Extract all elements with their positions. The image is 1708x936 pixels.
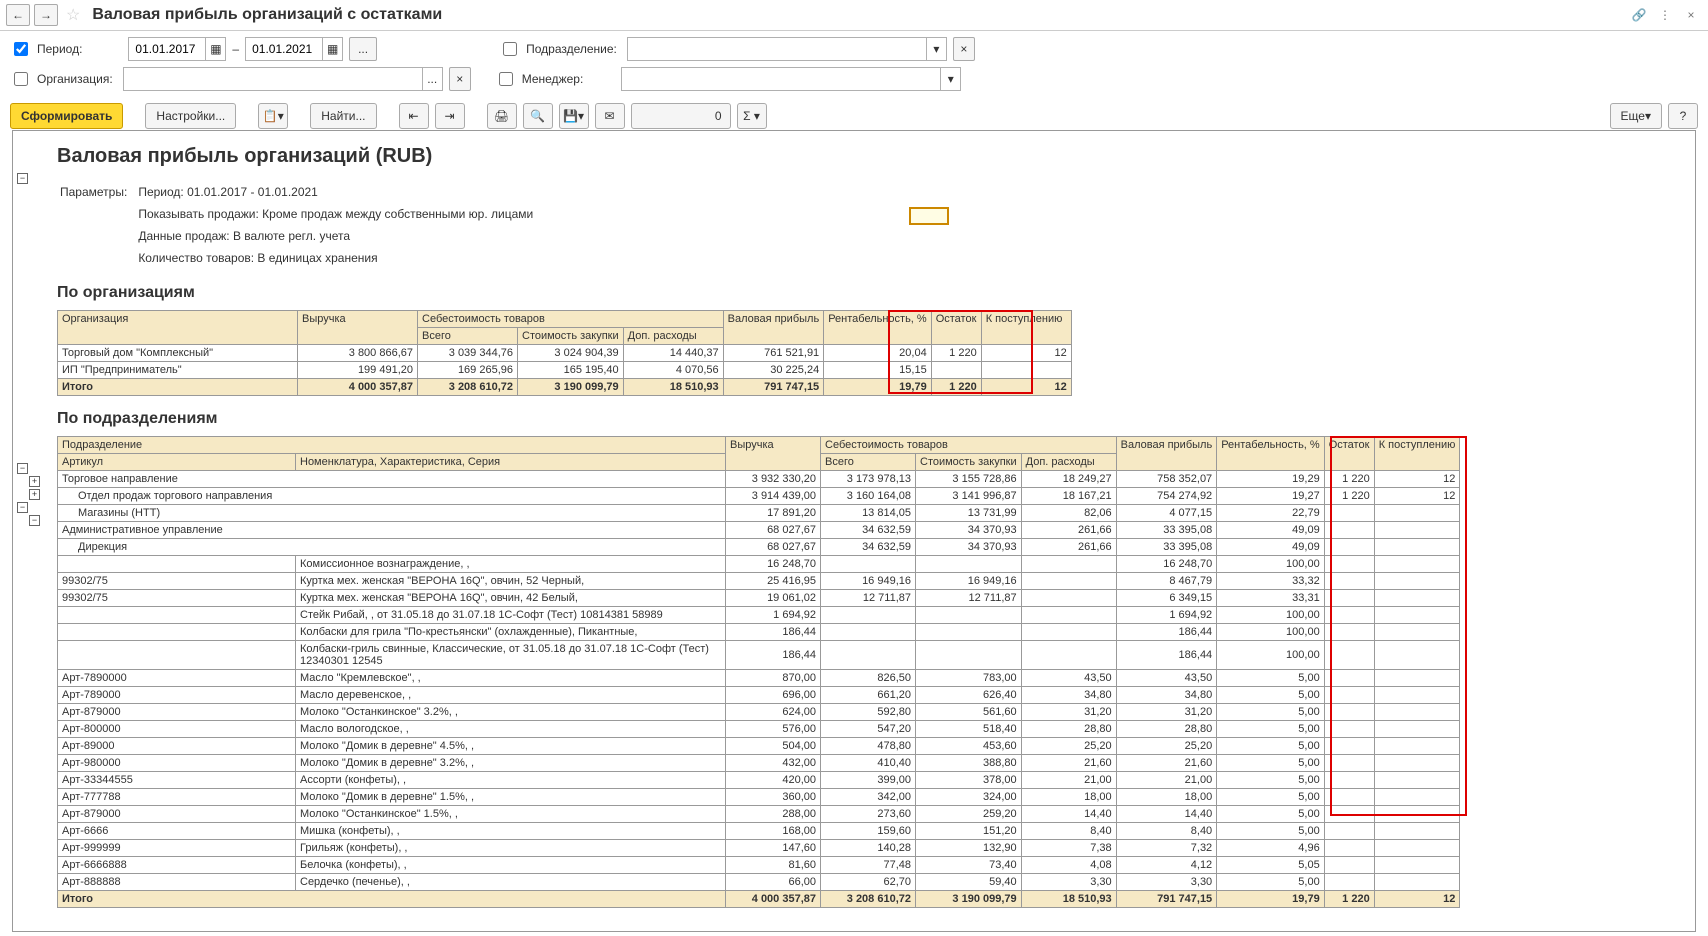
- podrazd-checkbox[interactable]: [503, 42, 517, 56]
- table-row[interactable]: Арт-7890000Масло "Кремлевское", ,870,008…: [58, 670, 1460, 687]
- table-row[interactable]: Арт-777788Молоко "Домик в деревне" 1.5%,…: [58, 789, 1460, 806]
- period-label: Период:: [37, 42, 82, 56]
- date-dash: –: [232, 42, 239, 56]
- table-row[interactable]: Арт-33344555Ассорти (конфеты), ,420,0039…: [58, 772, 1460, 789]
- org-input[interactable]: ...: [123, 67, 443, 91]
- table-row[interactable]: Арт-879000Молоко "Останкинское" 3.2%, ,6…: [58, 704, 1460, 721]
- podrazd-input[interactable]: ▾: [627, 37, 947, 61]
- section2-heading: По подразделениям: [57, 410, 1695, 428]
- tree-toggle[interactable]: −: [17, 463, 28, 474]
- table-row[interactable]: Арт-800000Масло вологодское, ,576,00547,…: [58, 721, 1460, 738]
- menu-icon[interactable]: ⋮: [1654, 4, 1676, 26]
- date-to-picker-icon[interactable]: ▦: [322, 38, 342, 60]
- table-row[interactable]: Торговое направление3 932 330,203 173 97…: [58, 471, 1460, 488]
- period-checkbox[interactable]: [14, 42, 28, 56]
- form-button[interactable]: Сформировать: [10, 103, 123, 129]
- manager-dropdown-icon[interactable]: ▾: [940, 68, 960, 90]
- tree-toggle[interactable]: −: [29, 515, 40, 526]
- date-from-input[interactable]: ▦: [128, 37, 226, 61]
- tree-toggle[interactable]: +: [29, 476, 40, 487]
- table-row[interactable]: Арт-999999Грильяж (конфеты), ,147,60140,…: [58, 840, 1460, 857]
- counter-field[interactable]: 0: [631, 103, 731, 129]
- print-button[interactable]: 🖨: [487, 103, 517, 129]
- preview-button[interactable]: 🔍: [523, 103, 553, 129]
- pod-table: Подразделение Выручка Себестоимость това…: [57, 436, 1460, 908]
- manager-label: Менеджер:: [522, 72, 584, 86]
- report-viewport[interactable]: − − + + − − Валовая прибыль организаций …: [12, 130, 1696, 932]
- podrazd-field[interactable]: [628, 39, 926, 59]
- org-checkbox[interactable]: [14, 72, 28, 86]
- save-button[interactable]: 💾▾: [559, 103, 589, 129]
- report-params: Параметры:Период: 01.01.2017 - 01.01.202…: [57, 180, 536, 270]
- table-row[interactable]: Арт-89000Молоко "Домик в деревне" 4.5%, …: [58, 738, 1460, 755]
- table-row[interactable]: Арт-980000Молоко "Домик в деревне" 3.2%,…: [58, 755, 1460, 772]
- table-row[interactable]: Арт-888888Сердечко (печенье), ,66,0062,7…: [58, 874, 1460, 891]
- date-from-field[interactable]: [129, 39, 205, 59]
- org-clear-button[interactable]: ×: [449, 67, 471, 91]
- org-table: Организация Выручка Себестоимость товаро…: [57, 310, 1072, 396]
- manager-input[interactable]: ▾: [621, 67, 961, 91]
- table-row[interactable]: Административное управление68 027,6734 6…: [58, 522, 1460, 539]
- date-to-field[interactable]: [246, 39, 322, 59]
- favorite-icon[interactable]: ☆: [62, 5, 84, 25]
- table-row[interactable]: 99302/75Куртка мех. женская "ВЕРОНА 16Q"…: [58, 573, 1460, 590]
- period-more-button[interactable]: ...: [349, 37, 377, 61]
- variants-button[interactable]: 📋▾: [258, 103, 288, 129]
- table-row[interactable]: Отдел продаж торгового направления3 914 …: [58, 488, 1460, 505]
- org-label: Организация:: [37, 72, 113, 86]
- table-row[interactable]: ИП "Предприниматель"199 491,20169 265,96…: [58, 362, 1072, 379]
- table-row[interactable]: Арт-6666888Белочка (конфеты), ,81,6077,4…: [58, 857, 1460, 874]
- table-row[interactable]: Арт-6666Мишка (конфеты), ,168,00159,6015…: [58, 823, 1460, 840]
- date-to-input[interactable]: ▦: [245, 37, 343, 61]
- manager-field[interactable]: [622, 69, 940, 89]
- sum-button[interactable]: Σ ▾: [737, 103, 767, 129]
- section1-heading: По организациям: [57, 284, 1695, 302]
- tree-toggle[interactable]: +: [29, 489, 40, 500]
- podrazd-dropdown-icon[interactable]: ▾: [926, 38, 946, 60]
- manager-checkbox[interactable]: [499, 72, 513, 86]
- settings-button[interactable]: Настройки...: [145, 103, 236, 129]
- expand-button[interactable]: ⇤: [399, 103, 429, 129]
- report-heading: Валовая прибыль организаций (RUB): [57, 145, 1695, 168]
- org-field[interactable]: [124, 69, 422, 89]
- table-row[interactable]: Арт-789000Масло деревенское, ,696,00661,…: [58, 687, 1460, 704]
- close-icon[interactable]: ×: [1680, 4, 1702, 26]
- org-more-icon[interactable]: ...: [422, 68, 442, 90]
- forward-button[interactable]: →: [34, 4, 58, 26]
- tree-toggle[interactable]: −: [17, 502, 28, 513]
- highlight-box: [909, 207, 949, 225]
- find-button[interactable]: Найти...: [310, 103, 376, 129]
- mail-button[interactable]: ✉: [595, 103, 625, 129]
- podrazd-clear-button[interactable]: ×: [953, 37, 975, 61]
- table-row[interactable]: Комиссионное вознаграждение, ,16 248,701…: [58, 556, 1460, 573]
- more-button[interactable]: Еще ▾: [1610, 103, 1662, 129]
- table-row[interactable]: Колбаски-гриль свинные, Классические, от…: [58, 641, 1460, 670]
- table-row[interactable]: Магазины (НТТ)17 891,2013 814,0513 731,9…: [58, 505, 1460, 522]
- table-row[interactable]: Колбаски для грила "По-крестьянски" (охл…: [58, 624, 1460, 641]
- collapse-button[interactable]: ⇥: [435, 103, 465, 129]
- table-row[interactable]: 99302/75Куртка мех. женская "ВЕРОНА 16Q"…: [58, 590, 1460, 607]
- podrazd-label: Подразделение:: [526, 42, 617, 56]
- table-total-row: Итого4 000 357,873 208 610,723 190 099,7…: [58, 891, 1460, 908]
- table-row[interactable]: Дирекция68 027,6734 632,5934 370,93261,6…: [58, 539, 1460, 556]
- date-from-picker-icon[interactable]: ▦: [205, 38, 225, 60]
- help-button[interactable]: ?: [1668, 103, 1698, 129]
- table-row[interactable]: Арт-879000Молоко "Останкинское" 1.5%, ,2…: [58, 806, 1460, 823]
- link-icon[interactable]: 🔗: [1628, 4, 1650, 26]
- table-total-row: Итого4 000 357,873 208 610,723 190 099,7…: [58, 379, 1072, 396]
- back-button[interactable]: ←: [6, 4, 30, 26]
- page-title: Валовая прибыль организаций с остатками: [92, 6, 442, 24]
- table-row[interactable]: Торговый дом "Комплексный"3 800 866,673 …: [58, 345, 1072, 362]
- tree-toggle[interactable]: −: [17, 173, 28, 184]
- table-row[interactable]: Стейк Рибай, , от 31.05.18 до 31.07.18 1…: [58, 607, 1460, 624]
